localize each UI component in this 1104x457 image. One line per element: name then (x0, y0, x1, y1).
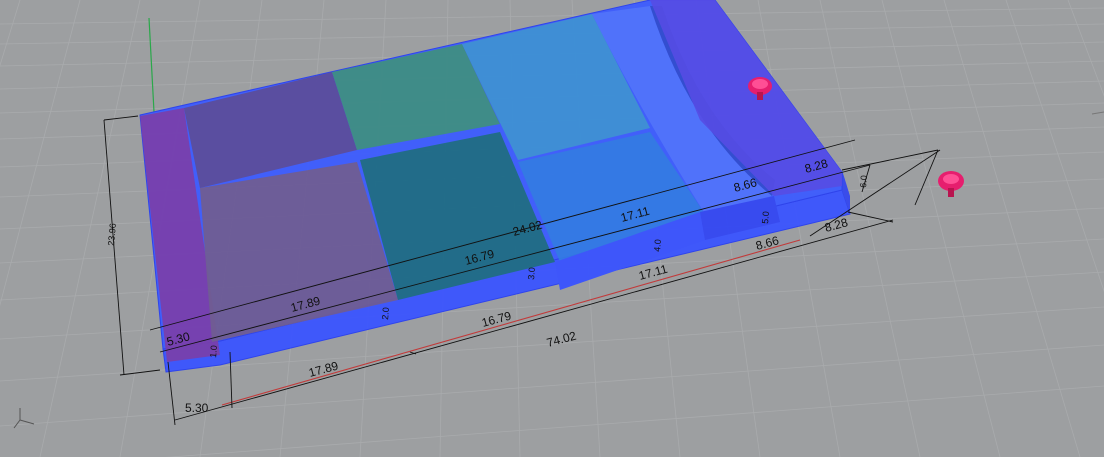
dim-height-6: 6.0 (858, 175, 869, 188)
3d-viewport[interactable]: 5.30 17.89 16.79 74.02 17.11 8.66 8.28 5… (0, 0, 1104, 457)
dim-height-2: 2.0 (380, 307, 391, 320)
dim-front-a: 5.30 (185, 401, 209, 415)
dim-height-3: 3.0 (526, 267, 537, 280)
dim-height-1: 1.0 (208, 345, 219, 358)
dim-height-5: 5.0 (760, 211, 771, 224)
dim-depth: 23.96 (106, 223, 118, 246)
dim-height-4: 4.0 (652, 239, 663, 252)
